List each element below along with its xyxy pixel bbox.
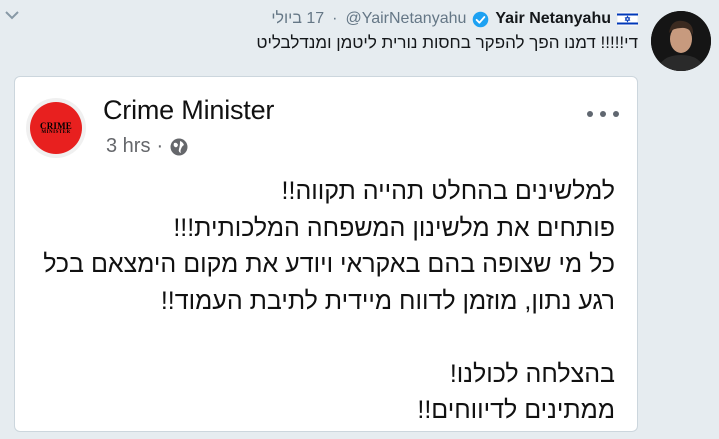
post-line: כל מי שצופה בהם באקראי ויודע את מקום הימ… [43,250,615,278]
author-name[interactable]: Yair Netanyahu [495,10,611,28]
avatar[interactable] [651,11,711,71]
separator-dot: · [156,135,164,157]
post-line: ממתינים לדיווחים!! [417,396,615,424]
tweet-header: Yair Netanyahu @YairNetanyahu · 17 ביולי [271,8,638,30]
globe-icon [170,138,188,155]
author-handle[interactable]: @YairNetanyahu [345,10,466,28]
page-logo[interactable]: CRIME MINISTER [26,98,86,158]
post-line: רגע נתון, מוזמן לדווח מיידית לתיבת העמוד… [160,286,615,315]
chevron-down-icon[interactable] [5,10,19,20]
more-options-icon[interactable] [585,109,621,119]
post-line: בהצלחה לכולנו! [449,359,615,388]
israel-flag-icon [617,12,638,26]
verified-badge-icon [473,11,489,27]
logo-subtext: MINISTER [41,130,71,135]
post-line: פותחים את מלשינון המשפחה המלכותית!!! [173,213,615,242]
post-body: למלשינים בהחלט תהייה תקווה!! פותחים את מ… [25,173,615,429]
post-time[interactable]: 3 hrs [106,135,150,158]
post-line: למלשינים בהחלט תהייה תקווה!! [281,177,615,205]
post-line-blank [25,319,615,356]
quoted-facebook-post[interactable]: CRIME MINISTER Crime Minister 3 hrs · למ… [14,76,638,432]
tweet-text: די!!!!! דמנו הפך להפקר בחסות נורית ליטמן… [256,33,638,52]
post-meta: 3 hrs · [106,135,189,158]
tweet[interactable]: Yair Netanyahu @YairNetanyahu · 17 ביולי… [0,0,719,439]
separator-dot: · [332,10,338,27]
tweet-date[interactable]: 17 ביולי [271,10,324,28]
page-name[interactable]: Crime Minister [103,95,274,126]
